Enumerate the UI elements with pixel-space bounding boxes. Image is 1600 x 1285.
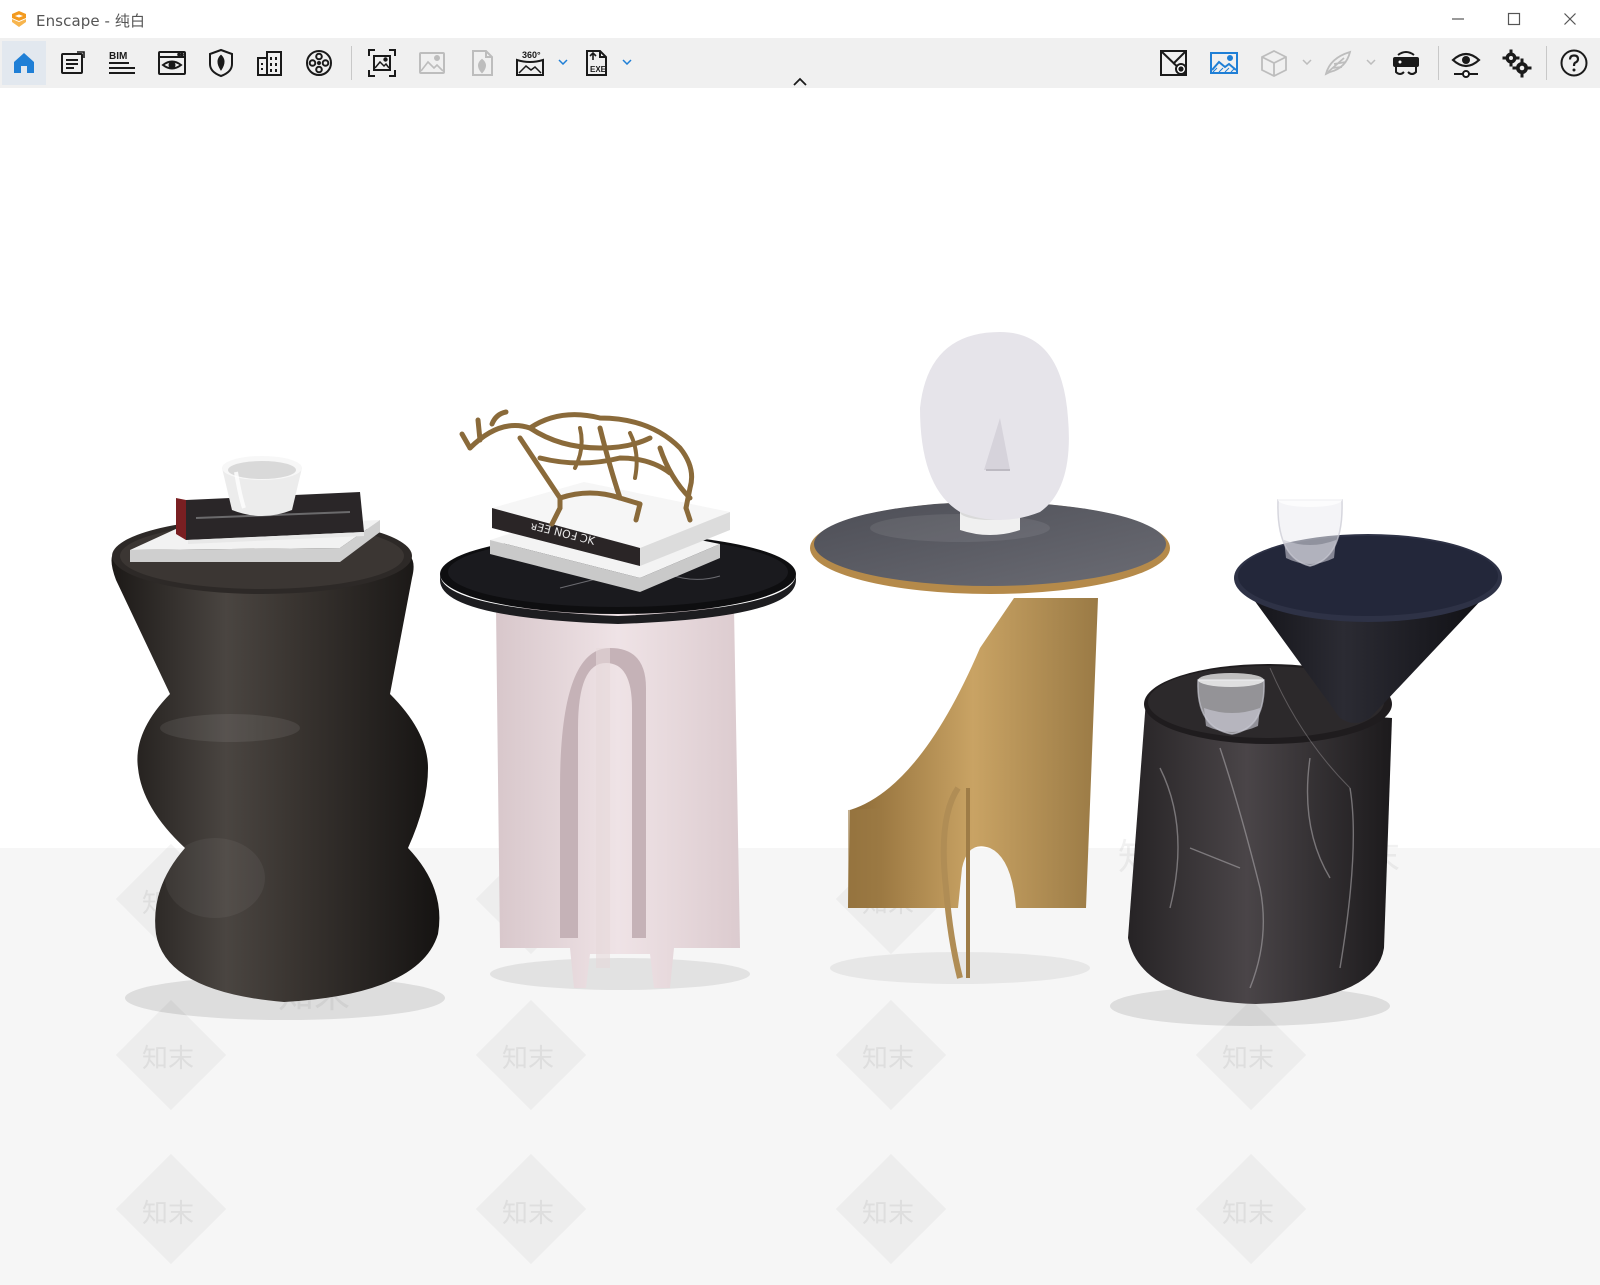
vr-headset-button[interactable] (1384, 41, 1428, 85)
close-button[interactable] (1542, 0, 1598, 38)
exe-export-dropdown[interactable] (620, 52, 634, 72)
maximize-icon (1507, 12, 1521, 26)
chevron-down-icon (558, 59, 568, 65)
batch-render-button[interactable] (410, 41, 454, 85)
bim-icon-label: BIM (109, 51, 127, 62)
title-bar[interactable]: Enscape - 纯白 (0, 0, 1600, 38)
visual-settings-button[interactable] (1444, 41, 1488, 85)
building-icon (257, 51, 282, 76)
chevron-down-icon (622, 59, 632, 65)
furniture-scene: ᴚƎƎ NOℲ ƆK (111, 332, 1502, 1026)
cube-icon (1261, 49, 1287, 78)
window-title: Enscape - 纯白 (36, 12, 146, 30)
pink-pedestal-side-table (440, 534, 796, 988)
chevron-down-icon (1302, 59, 1312, 65)
image-icon (419, 52, 445, 74)
map-pin-icon (1160, 50, 1187, 76)
asset-library-button[interactable] (199, 41, 243, 85)
render-viewport[interactable]: 知末 知末 知末 知末 知末 知末 知末 知末 知末 知末 知末 知末 知末 知… (0, 88, 1600, 1285)
screenshot-button[interactable] (360, 41, 404, 85)
views-button[interactable] (150, 41, 194, 85)
enscape-window: Enscape - 纯白 BIM 360° EXE ᴚƎƎ NOℲ ƆK (0, 0, 1600, 1285)
exe-icon-label: EXE (590, 65, 607, 74)
black-hourglass-stool (111, 518, 440, 1002)
home-icon (14, 53, 34, 73)
white-cup (222, 456, 302, 516)
minimize-icon (1452, 18, 1464, 20)
bim-icon: BIM (109, 51, 135, 74)
bim-button[interactable]: BIM (100, 41, 144, 85)
map-view-button[interactable] (1152, 41, 1196, 85)
exe-file-icon: EXE (586, 50, 607, 76)
materials-button[interactable] (248, 41, 292, 85)
toolbar-separator (351, 46, 352, 80)
feather-view-dropdown[interactable] (1364, 52, 1378, 72)
glass-vase-2 (1197, 673, 1265, 735)
main-toolbar: BIM 360° EXE (0, 38, 1600, 88)
panorama-icon-label: 360° (522, 50, 541, 60)
gears-icon (1502, 49, 1532, 78)
minimize-button[interactable] (1430, 0, 1486, 38)
cube-view-button[interactable] (1252, 41, 1296, 85)
panorama-dropdown[interactable] (556, 52, 570, 72)
project-notes-button[interactable] (51, 41, 95, 85)
vr-headset-icon (1393, 51, 1419, 75)
eye-slider-icon (1451, 52, 1481, 78)
maximize-button[interactable] (1486, 0, 1542, 38)
question-icon (1560, 49, 1588, 77)
shield-leaf-icon (209, 48, 233, 78)
general-settings-button[interactable] (1494, 41, 1538, 85)
frame-image-icon (368, 49, 396, 77)
film-reel-icon (306, 50, 332, 76)
panorama-button[interactable]: 360° (508, 41, 552, 85)
file-leaf-icon (472, 50, 493, 76)
chevron-up-icon (793, 77, 807, 86)
toolbar-separator (1546, 46, 1547, 80)
video-editor-button[interactable] (297, 41, 341, 85)
home-button[interactable] (2, 41, 46, 85)
feather-view-button[interactable] (1316, 41, 1360, 85)
toolbar-separator (1438, 46, 1439, 80)
landscape-icon (1210, 52, 1238, 74)
help-button[interactable] (1552, 41, 1596, 85)
enscape-logo-icon (12, 11, 26, 27)
render-settings-button[interactable] (1202, 41, 1246, 85)
gold-arch-side-table (810, 502, 1170, 979)
panorama-icon: 360° (516, 50, 544, 76)
close-icon (1564, 13, 1576, 25)
chevron-down-icon (1366, 59, 1376, 65)
cube-view-dropdown[interactable] (1300, 52, 1314, 72)
web-export-button[interactable] (460, 41, 504, 85)
glass-vase-1 (1277, 493, 1343, 567)
notes-icon (61, 51, 85, 74)
exe-export-button[interactable]: EXE (574, 41, 618, 85)
collapse-toolbar-button[interactable] (788, 74, 812, 88)
feather-icon (1324, 50, 1352, 76)
browser-eye-icon (158, 51, 186, 75)
